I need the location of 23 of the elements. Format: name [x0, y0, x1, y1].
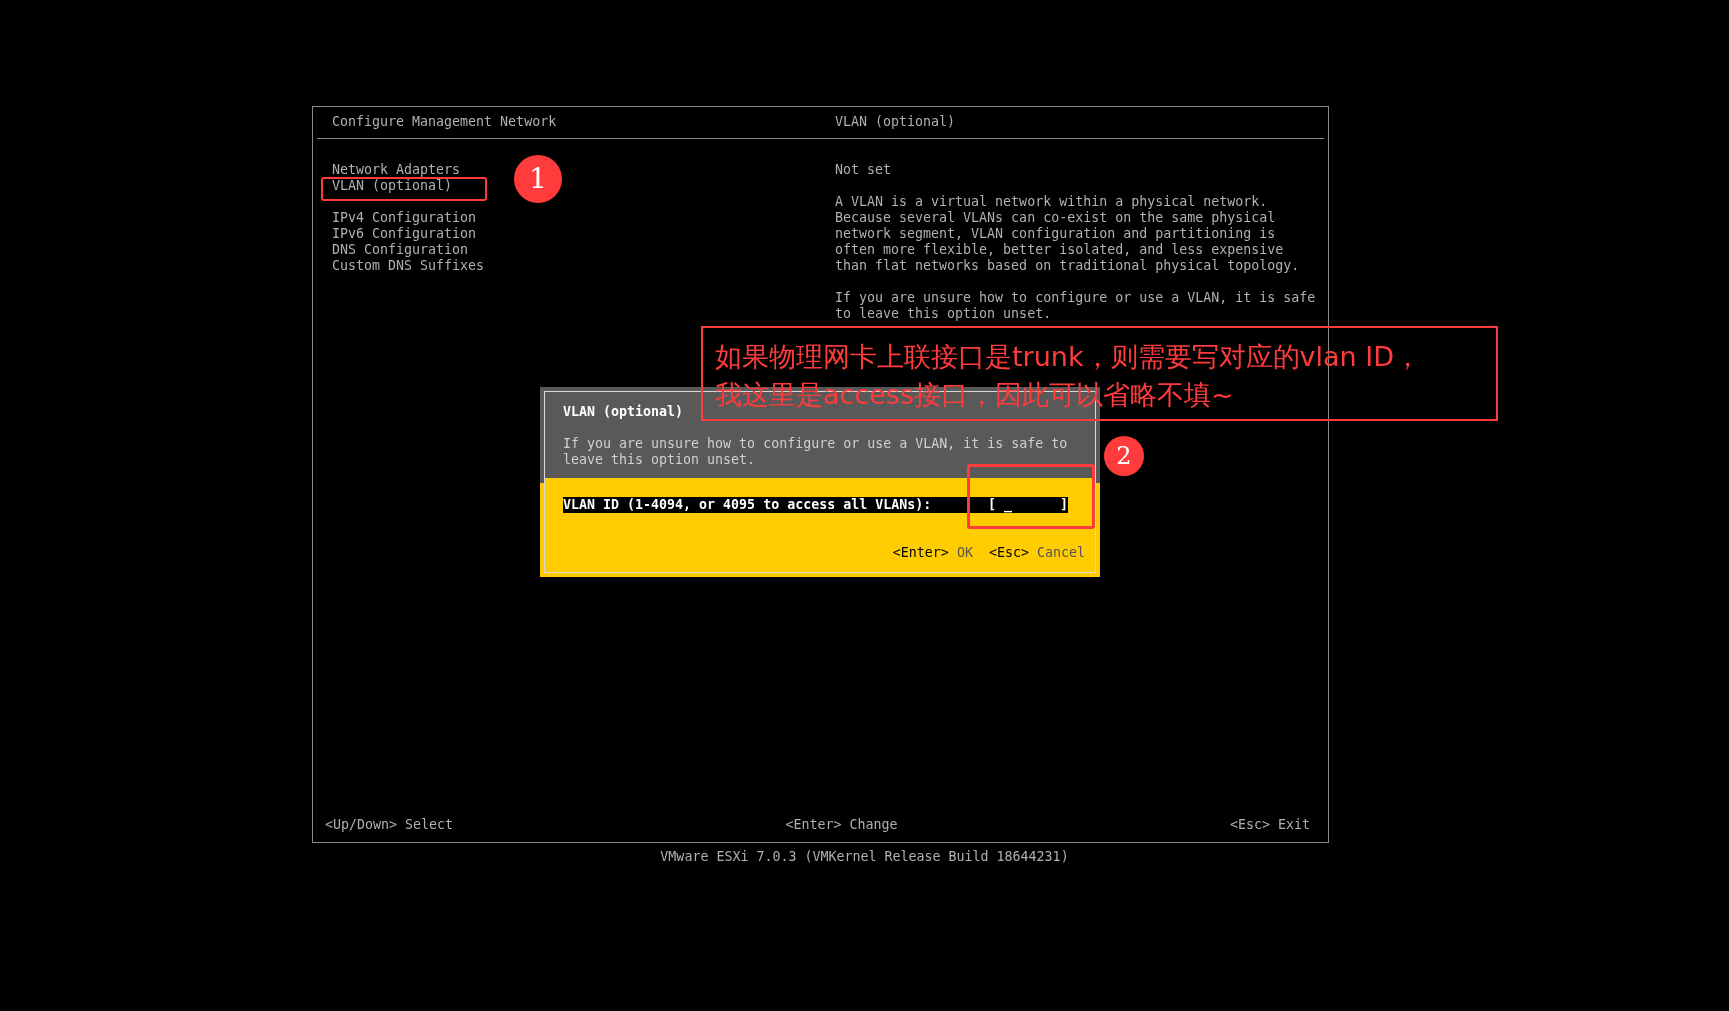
step-badge: 2	[1104, 436, 1144, 476]
menu-item[interactable]: DNS Configuration	[332, 242, 469, 258]
menu-item[interactable]: IPv6 Configuration	[332, 226, 477, 242]
annotation-text: 如果物理网卡上联接口是trunk，则需要写对应的vlan ID，	[715, 340, 1422, 374]
dialog-button[interactable]: <Enter> OK	[892, 545, 973, 561]
vlan-id-field[interactable]: VLAN ID (1-4094, or 4095 to access all VLANs): [ _ ]	[563, 497, 1068, 513]
key-hint: <Up/Down> Select	[325, 817, 454, 833]
help-paragraph: If you are unsure how to configure or use a VLAN, it is safe to leave this option unset.	[835, 290, 1317, 322]
key-hint: <Esc> Exit	[1229, 817, 1310, 833]
help-paragraph: A VLAN is a virtual network within a physical network. Because several VLANs can co-exist on the same physical network segment, VLAN configuration and partitioning is often more flexible, better isolated, and less expensive than flat networks based on traditional physical topology.	[835, 194, 1301, 274]
detail-title: VLAN (optional)	[835, 114, 957, 130]
panel-title: Configure Management Network	[331, 114, 558, 130]
version-text: VMware ESXi 7.0.3 (VMKernel Release Build 18644231)	[659, 849, 1070, 865]
menu-item[interactable]: IPv4 Configuration	[332, 210, 477, 226]
dialog-message: If you are unsure how to configure or use a VLAN, it is safe to leave this option unset.	[563, 436, 1069, 468]
dialog-title: VLAN (optional)	[563, 404, 684, 420]
menu-item[interactable]: Custom DNS Suffixes	[332, 258, 485, 274]
key-hint: <Enter> Change	[785, 817, 898, 833]
menu-item[interactable]: VLAN (optional)	[332, 178, 453, 194]
step-badge: 1	[514, 155, 562, 203]
menu-item[interactable]: Network Adapters	[332, 162, 461, 178]
vlan-value: Not set	[835, 162, 892, 178]
dialog-button[interactable]: <Esc> Cancel	[988, 545, 1085, 561]
